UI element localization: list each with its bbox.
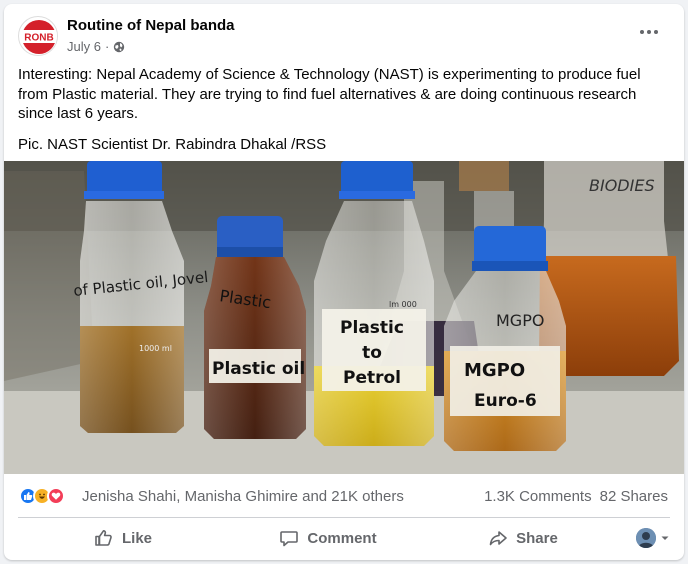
post-text-paragraph: Interesting: Nepal Academy of Science & … — [18, 66, 641, 122]
bottle3-label-line3: Petrol — [343, 368, 401, 388]
reactions-bar: Jenisha Shahi, Manisha Ghimire and 21K o… — [4, 474, 684, 516]
post-card: RONB Routine of Nepal banda July 6 · Int… — [4, 4, 684, 560]
bottle3-label-line2: to — [362, 343, 382, 363]
comment-icon — [280, 531, 299, 547]
post-date[interactable]: July 6 — [67, 39, 101, 54]
bottle3-label-line1: Plastic — [340, 318, 404, 338]
share-button[interactable]: Share — [428, 521, 618, 555]
bottle4-label: MGPO — [464, 360, 525, 381]
post-header: RONB Routine of Nepal banda July 6 · — [4, 4, 684, 62]
user-avatar — [636, 528, 656, 548]
globe-icon[interactable] — [113, 41, 125, 53]
dot-icon — [647, 30, 651, 34]
reactors-summary[interactable]: Jenisha Shahi, Manisha Ghimire and 21K o… — [82, 488, 404, 505]
reaction-icons[interactable] — [19, 487, 65, 505]
dot-icon — [640, 30, 644, 34]
shares-count[interactable]: 82 Shares — [600, 488, 668, 505]
dot-icon — [654, 30, 658, 34]
thumbs-up-icon — [95, 530, 112, 546]
page-name[interactable]: Routine of Nepal banda — [67, 17, 235, 34]
meta-separator: · — [104, 39, 110, 54]
flask-label: BIODIES — [589, 176, 655, 195]
post-photo[interactable]: BIODIES of Plastic oil, Jovel 1000 ml Pl… — [4, 161, 684, 474]
like-label: Like — [121, 529, 152, 547]
post-photo-credit: Pic. NAST Scientist Dr. Rabindra Dhakal … — [18, 135, 327, 153]
caret-down-icon — [661, 536, 669, 540]
like-button[interactable]: Like — [18, 521, 228, 555]
more-options-button[interactable] — [634, 22, 664, 42]
engagement-counts: 1.3K Comments 82 Shares — [484, 488, 668, 505]
share-label: Share — [516, 529, 558, 547]
post-text: Interesting: Nepal Academy of Science & … — [18, 65, 668, 165]
bottle3-volume: lm 000 — [389, 300, 417, 309]
post-meta: July 6 · — [67, 39, 125, 54]
share-arrow-icon — [489, 531, 507, 546]
bottle4-top-label: MGPO — [496, 311, 544, 330]
svg-text:RONB: RONB — [24, 33, 53, 44]
reaction-profile-selector[interactable] — [618, 528, 670, 548]
page-avatar[interactable]: RONB — [18, 16, 58, 56]
comment-button[interactable]: Comment — [228, 521, 428, 555]
comment-label: Comment — [307, 529, 377, 547]
bottles-photo: BIODIES of Plastic oil, Jovel 1000 ml Pl… — [4, 161, 684, 474]
bottle4-label-line2: Euro-6 — [474, 391, 537, 411]
divider — [18, 517, 670, 518]
comments-count[interactable]: 1.3K Comments — [484, 488, 592, 505]
action-bar: Like Comment Share — [18, 520, 670, 556]
bottle1-volume: 1000 ml — [139, 344, 172, 353]
love-icon — [47, 487, 65, 505]
bottle2-label: Plastic oil — [212, 359, 305, 379]
ronb-logo: RONB — [20, 18, 57, 55]
